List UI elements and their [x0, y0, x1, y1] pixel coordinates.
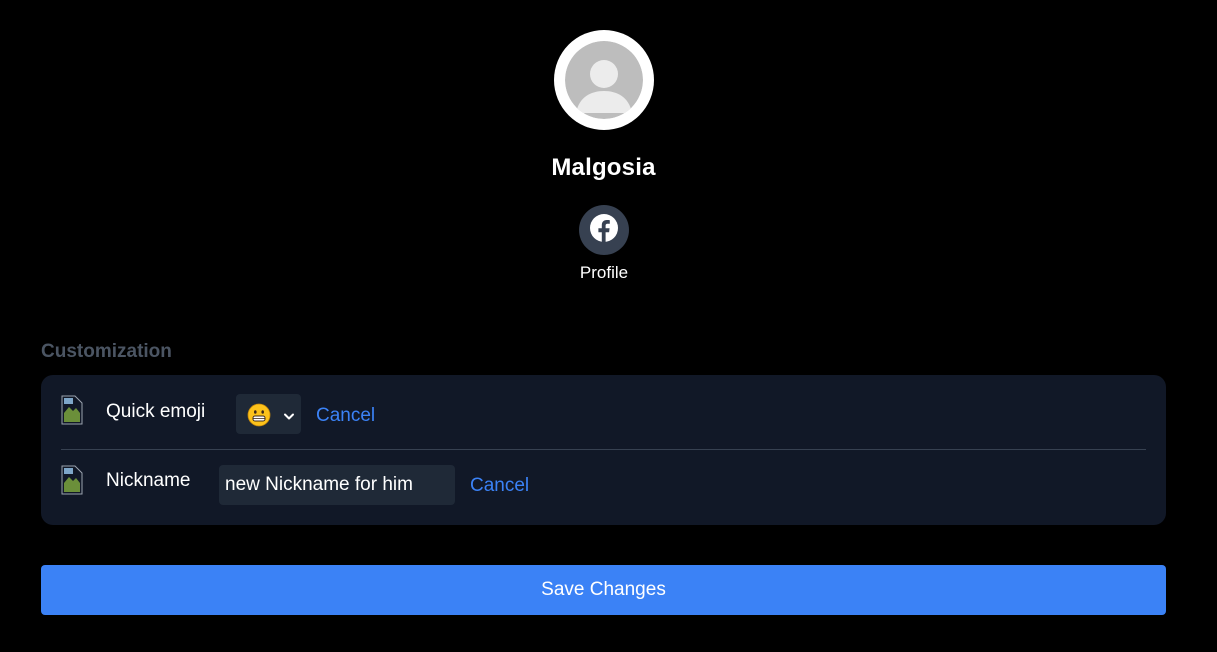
- facebook-icon: [589, 213, 619, 248]
- profile-label[interactable]: Profile: [554, 263, 654, 283]
- contact-name: Malgosia: [551, 154, 656, 181]
- contact-settings-page: Malgosia Profile Customization Quick emo…: [0, 0, 1217, 652]
- broken-image-icon: [61, 395, 83, 425]
- quick-emoji-label: Quick emoji: [106, 401, 206, 422]
- section-title: Customization: [41, 341, 172, 362]
- quick-emoji-select[interactable]: [236, 394, 301, 434]
- grinning-face-emoji-icon: [247, 403, 271, 427]
- broken-image-icon: [61, 465, 83, 495]
- customization-card: Quick emoji Cancel Nickname new Nickname…: [41, 375, 1166, 525]
- nickname-cancel-link[interactable]: Cancel: [470, 475, 529, 497]
- avatar: [554, 30, 654, 130]
- default-user-avatar-icon: [565, 41, 643, 119]
- quick-emoji-cancel-link[interactable]: Cancel: [316, 405, 375, 427]
- save-changes-button[interactable]: Save Changes: [41, 565, 1166, 615]
- row-divider: [61, 449, 1146, 450]
- profile-button[interactable]: [579, 205, 629, 255]
- nickname-label: Nickname: [106, 470, 191, 491]
- chevron-down-icon: [283, 409, 295, 420]
- nickname-input[interactable]: [219, 465, 455, 505]
